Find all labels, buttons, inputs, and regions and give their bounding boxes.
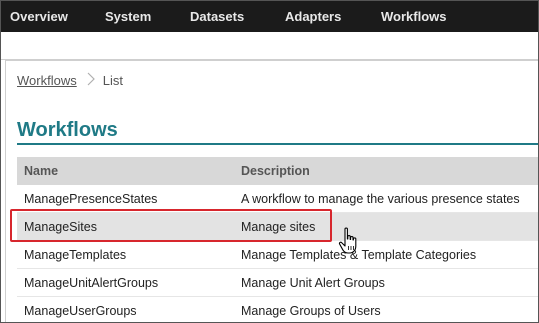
row-name: ManagePresenceStates	[24, 191, 158, 206]
nav-overview[interactable]: Overview	[10, 9, 68, 24]
table-header: Name Description	[17, 157, 538, 185]
column-header-name[interactable]: Name	[17, 164, 235, 178]
content-panel: Workflows List Workflows Name Descriptio…	[5, 60, 538, 322]
row-description: Manage Unit Alert Groups	[241, 275, 385, 290]
page-title: Workflows	[17, 119, 118, 141]
table-row[interactable]: ManageUserGroups Manage Groups of Users	[17, 297, 538, 322]
breadcrumb: Workflows List	[17, 72, 123, 89]
row-description: A workflow to manage the various presenc…	[241, 191, 520, 206]
title-divider	[17, 143, 538, 145]
breadcrumb-current: List	[102, 73, 123, 88]
row-description: Manage Templates & Template Categories	[241, 247, 477, 262]
hand-pointer-icon	[338, 227, 360, 255]
table-row[interactable]: ManagePresenceStates A workflow to manag…	[17, 185, 538, 213]
nav-adapters[interactable]: Adapters	[285, 9, 341, 24]
column-header-description[interactable]: Description	[235, 164, 538, 178]
nav-system[interactable]: System	[105, 9, 151, 24]
workflows-table: Name Description ManagePresenceStates A …	[17, 157, 538, 322]
top-navigation: Overview System Datasets Adapters Workfl…	[1, 1, 538, 32]
chevron-right-icon	[87, 72, 95, 89]
row-name: ManageSites	[24, 219, 97, 234]
row-name: ManageTemplates	[24, 247, 127, 262]
nav-workflows[interactable]: Workflows	[381, 9, 447, 24]
row-description: Manage Groups of Users	[241, 303, 381, 318]
row-description: Manage sites	[241, 219, 316, 234]
table-row[interactable]: ManageTemplates Manage Templates & Templ…	[17, 241, 538, 269]
row-name: ManageUnitAlertGroups	[24, 275, 159, 290]
app-window: Overview System Datasets Adapters Workfl…	[0, 0, 539, 323]
row-name: ManageUserGroups	[24, 303, 137, 318]
table-row[interactable]: ManageUnitAlertGroups Manage Unit Alert …	[17, 269, 538, 297]
table-row[interactable]: ManageSites Manage sites	[17, 213, 538, 241]
subheader-spacer	[1, 32, 538, 60]
breadcrumb-workflows-link[interactable]: Workflows	[17, 73, 77, 88]
nav-datasets[interactable]: Datasets	[190, 9, 244, 24]
